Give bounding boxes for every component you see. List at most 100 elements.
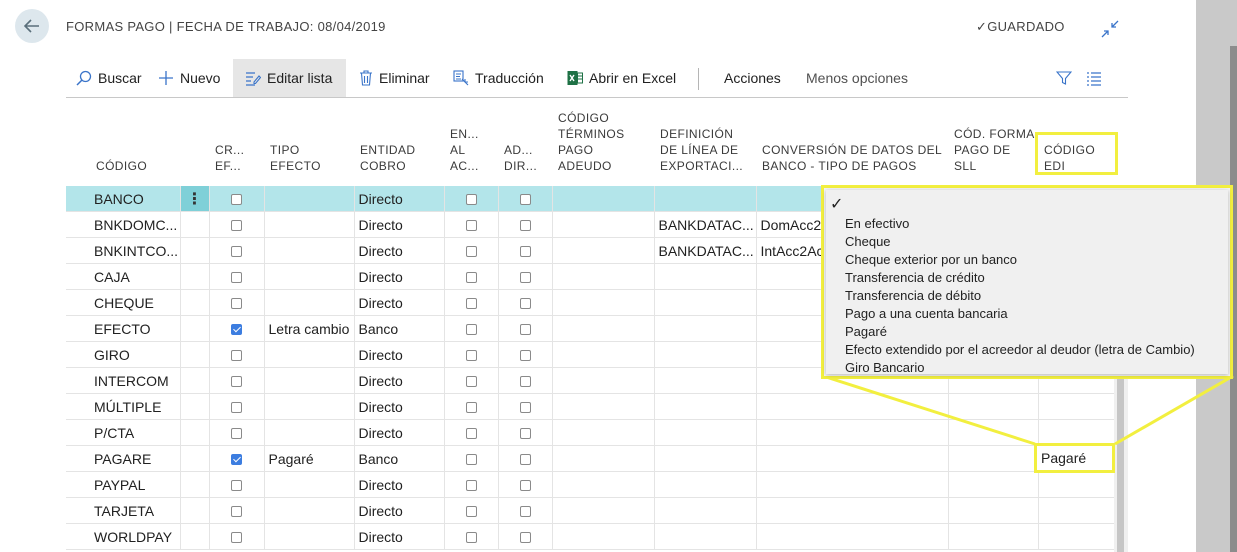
cell-codigo-terminos[interactable]	[552, 393, 655, 420]
cell-codigo[interactable]: BNKINTCO...	[90, 237, 181, 264]
row-menu-cell[interactable]: ⋮	[180, 186, 210, 212]
ad-checkbox[interactable]	[519, 220, 531, 232]
new-button[interactable]: Nuevo	[158, 59, 220, 97]
table-row[interactable]: MÚLTIPLE Directo	[66, 393, 1114, 420]
col-entidad-cobro[interactable]: ENTIDAD COBRO	[354, 106, 444, 186]
cell-entidad-cobro[interactable]: Directo	[354, 497, 445, 524]
cr-checkbox[interactable]	[231, 402, 242, 414]
more-options-icon[interactable]: ⋮	[187, 191, 203, 208]
cell-tipo-efecto[interactable]	[264, 186, 355, 212]
cell-tipo-efecto[interactable]	[264, 471, 355, 498]
col-codigo-edi[interactable]: CÓDIGO EDI	[1038, 106, 1114, 186]
cell-entidad-cobro[interactable]: Directo	[354, 263, 445, 290]
cell-entidad-cobro[interactable]: Banco	[354, 315, 445, 342]
dropdown-option[interactable]: Pago a una cuenta bancaria	[845, 306, 1008, 321]
row-menu-cell[interactable]	[180, 341, 210, 368]
dropdown-option[interactable]: Pagaré	[845, 324, 887, 339]
cell-codigo-terminos[interactable]	[552, 367, 655, 394]
translation-button[interactable]: Traducción	[453, 59, 544, 97]
cell-conversion[interactable]	[756, 523, 949, 550]
dropdown-option[interactable]: Cheque	[845, 234, 891, 249]
cell-codigo[interactable]: GIRO	[90, 341, 181, 368]
en-checkbox[interactable]	[465, 480, 477, 492]
row-menu-cell[interactable]	[180, 497, 210, 524]
cell-definicion-linea[interactable]	[654, 497, 757, 524]
ad-checkbox[interactable]	[519, 402, 531, 414]
row-menu-cell[interactable]	[180, 419, 210, 446]
dropdown-option[interactable]: Efecto extendido por el acreedor al deud…	[845, 342, 1195, 357]
cr-checkbox[interactable]	[231, 246, 242, 258]
list-view-button[interactable]	[1086, 59, 1108, 97]
cr-checkbox[interactable]	[231, 272, 242, 284]
edit-list-button[interactable]: Editar lista	[233, 59, 347, 97]
ad-checkbox[interactable]	[519, 298, 531, 310]
cell-cod-forma-pago[interactable]	[948, 419, 1039, 446]
cr-checkbox[interactable]	[231, 324, 242, 336]
table-row[interactable]: WORLDPAY Directo	[66, 523, 1114, 550]
en-checkbox[interactable]	[465, 454, 477, 466]
cell-definicion-linea[interactable]	[654, 186, 757, 212]
cell-cod-forma-pago[interactable]	[948, 497, 1039, 524]
cell-definicion-linea[interactable]	[654, 471, 757, 498]
cell-entidad-cobro[interactable]: Directo	[354, 419, 445, 446]
cell-cod-forma-pago[interactable]	[948, 445, 1039, 472]
table-row[interactable]: P/CTA Directo	[66, 419, 1114, 446]
cell-definicion-linea[interactable]	[654, 445, 757, 472]
en-checkbox[interactable]	[465, 324, 477, 336]
ad-checkbox[interactable]	[519, 454, 531, 466]
table-row[interactable]: PAGARE Pagaré Banco	[66, 445, 1114, 472]
col-cod-forma-pago[interactable]: CÓD. FORMA PAGO DE SLL	[948, 106, 1038, 186]
cr-checkbox[interactable]	[231, 480, 242, 492]
cell-codigo[interactable]: BNKDOMC...	[90, 211, 181, 238]
cell-definicion-linea[interactable]	[654, 523, 757, 550]
row-menu-cell[interactable]	[180, 393, 210, 420]
empty-option-checkmark-icon[interactable]: ✓	[830, 194, 843, 214]
less-options-button[interactable]: Menos opciones	[806, 59, 908, 97]
ad-checkbox[interactable]	[519, 480, 531, 492]
cell-entidad-cobro[interactable]: Directo	[354, 341, 445, 368]
en-checkbox[interactable]	[465, 220, 477, 232]
cell-codigo[interactable]: TARJETA	[90, 497, 181, 524]
cell-codigo[interactable]: BANCO	[90, 186, 181, 212]
cell-tipo-efecto[interactable]	[264, 211, 355, 238]
col-cr-ef[interactable]: CR... EF...	[209, 106, 264, 186]
cell-conversion[interactable]	[756, 419, 949, 446]
cell-codigo-terminos[interactable]	[552, 211, 655, 238]
cell-codigo-terminos[interactable]	[552, 497, 655, 524]
ad-checkbox[interactable]	[519, 532, 531, 544]
en-checkbox[interactable]	[465, 194, 477, 206]
cr-checkbox[interactable]	[231, 454, 242, 466]
cell-cod-forma-pago[interactable]	[948, 523, 1039, 550]
cell-cod-forma-pago[interactable]	[948, 393, 1039, 420]
cell-codigo[interactable]: PAYPAL	[90, 471, 181, 498]
cr-checkbox[interactable]	[231, 350, 242, 362]
cell-entidad-cobro[interactable]: Directo	[354, 289, 445, 316]
ad-checkbox[interactable]	[519, 324, 531, 336]
cell-codigo[interactable]: WORLDPAY	[90, 523, 181, 550]
ad-checkbox[interactable]	[519, 376, 531, 388]
cell-codigo-terminos[interactable]	[552, 445, 655, 472]
cr-checkbox[interactable]	[231, 532, 242, 544]
en-checkbox[interactable]	[465, 532, 477, 544]
cell-codigo[interactable]: MÚLTIPLE	[90, 393, 181, 420]
dropdown-option[interactable]: Transferencia de débito	[845, 288, 981, 303]
col-codigo-terminos[interactable]: CÓDIGO TÉRMINOS PAGO ADEUDO	[552, 106, 654, 186]
cr-checkbox[interactable]	[231, 506, 242, 518]
edi-code-cell-highlight[interactable]: Pagaré	[1034, 443, 1115, 473]
row-menu-cell[interactable]	[180, 289, 210, 316]
cr-checkbox[interactable]	[231, 376, 242, 388]
cr-checkbox[interactable]	[231, 194, 242, 206]
dropdown-option[interactable]: Transferencia de crédito	[845, 270, 985, 285]
cell-tipo-efecto[interactable]	[264, 393, 355, 420]
col-en-al-ac[interactable]: EN... AL AC...	[444, 106, 498, 186]
open-in-excel-button[interactable]: Abrir en Excel	[567, 59, 676, 97]
row-menu-cell[interactable]	[180, 237, 210, 264]
ad-checkbox[interactable]	[519, 272, 531, 284]
cell-codigo-edi[interactable]	[1038, 419, 1114, 446]
ad-checkbox[interactable]	[519, 194, 531, 206]
en-checkbox[interactable]	[465, 428, 477, 440]
cell-definicion-linea[interactable]	[654, 315, 757, 342]
cell-conversion[interactable]	[756, 497, 949, 524]
delete-button[interactable]: Eliminar	[359, 59, 430, 97]
cell-tipo-efecto[interactable]	[264, 341, 355, 368]
